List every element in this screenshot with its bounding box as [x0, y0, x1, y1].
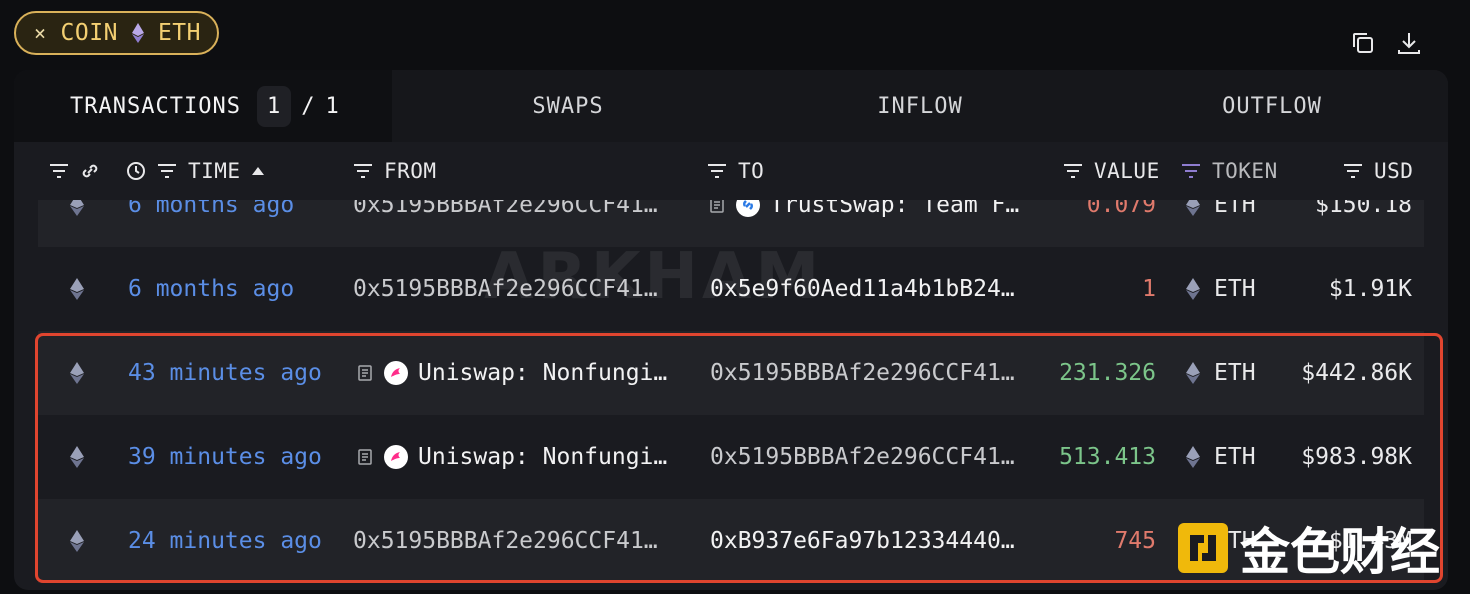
- entity-label: Uniswap: Nonfungi…: [418, 360, 668, 386]
- tab-label: INFLOW: [877, 93, 963, 119]
- ethereum-icon: [70, 362, 84, 384]
- uniswap-icon: [384, 361, 408, 385]
- sort-ascending-icon[interactable]: [251, 166, 265, 176]
- row-time[interactable]: 39 minutes ago: [128, 415, 322, 499]
- link-icon[interactable]: [80, 161, 100, 181]
- ethereum-icon: [1186, 446, 1200, 468]
- row-time[interactable]: 24 minutes ago: [128, 499, 322, 583]
- header-time[interactable]: TIME: [126, 142, 265, 200]
- table-row[interactable]: 39 minutes ago Uniswap: Nonfungi… 0x5195…: [38, 415, 1424, 499]
- jinse-logo-text: 金色财经: [1240, 523, 1440, 581]
- row-value: 0.079: [1086, 200, 1156, 218]
- row-time[interactable]: 6 months ago: [128, 247, 294, 331]
- header-to[interactable]: TO: [706, 142, 764, 200]
- header-label: TIME: [188, 159, 241, 183]
- contract-icon: [710, 200, 724, 213]
- tab-label: TRANSACTIONS: [70, 93, 241, 119]
- entity-label: Uniswap: Nonfungi…: [418, 444, 668, 470]
- coin-filter-chip[interactable]: × COIN ETH: [14, 11, 219, 55]
- row-token[interactable]: ETH: [1214, 331, 1256, 415]
- row-usd: $1.91K: [1328, 276, 1412, 302]
- row-to[interactable]: 0xB937e6Fa97b12334440…: [710, 499, 1015, 583]
- row-token[interactable]: ETH: [1214, 415, 1256, 499]
- filter-icon[interactable]: [706, 163, 728, 179]
- row-value: 1: [1142, 276, 1156, 302]
- row-from[interactable]: 0x5195BBBAf2e296CCF41…: [353, 499, 658, 583]
- header-label: TOKEN: [1212, 159, 1278, 183]
- table-row[interactable]: 43 minutes ago Uniswap: Nonfungi… 0x5195…: [38, 331, 1424, 415]
- filter-active-icon[interactable]: [1180, 163, 1202, 179]
- row-time[interactable]: 43 minutes ago: [128, 331, 322, 415]
- tab-outflow[interactable]: OUTFLOW: [1096, 70, 1448, 142]
- close-icon[interactable]: ×: [34, 21, 47, 45]
- page-separator: /: [301, 93, 316, 119]
- header-label: FROM: [384, 159, 437, 183]
- row-usd: $983.98K: [1301, 444, 1412, 470]
- filter-icon[interactable]: [48, 163, 70, 179]
- row-from[interactable]: Uniswap: Nonfungi…: [358, 331, 667, 415]
- row-token[interactable]: ETH: [1214, 247, 1256, 331]
- ethereum-icon: [70, 446, 84, 468]
- tab-transactions[interactable]: TRANSACTIONS 1 / 1: [14, 70, 392, 142]
- ethereum-icon: [70, 530, 84, 552]
- page-current[interactable]: 1: [256, 85, 292, 127]
- ethereum-icon: [70, 278, 84, 300]
- clock-icon: [127, 162, 145, 180]
- header-tools[interactable]: [48, 142, 100, 200]
- jinse-logo: 金色财经: [1176, 512, 1440, 584]
- page-total: 1: [325, 93, 340, 119]
- row-value: 745: [1114, 528, 1156, 554]
- contract-icon: [358, 365, 372, 381]
- row-time[interactable]: 6 months ago: [128, 200, 294, 247]
- header-from[interactable]: FROM: [352, 142, 437, 200]
- header-token[interactable]: TOKEN: [1180, 142, 1278, 200]
- ethereum-icon: [1186, 200, 1200, 216]
- tab-swaps[interactable]: SWAPS: [392, 70, 744, 142]
- tab-label: OUTFLOW: [1222, 93, 1322, 119]
- row-value: 231.326: [1059, 360, 1156, 386]
- header-usd[interactable]: USD: [1342, 142, 1413, 200]
- filter-icon[interactable]: [1342, 163, 1364, 179]
- copy-icon[interactable]: [1350, 30, 1376, 56]
- filter-icon[interactable]: [352, 163, 374, 179]
- contract-icon: [358, 449, 372, 465]
- entity-label: TrustSwap: Team F…: [770, 200, 1020, 218]
- row-usd: $442.86K: [1301, 360, 1412, 386]
- pager: 1 / 1: [256, 85, 340, 127]
- filter-icon[interactable]: [156, 163, 178, 179]
- ethereum-icon: [1186, 278, 1200, 300]
- table-header: TIME FROM TO VALUE TOKEN USD: [14, 142, 1448, 200]
- arkham-watermark: ARKHAM: [484, 240, 824, 314]
- ethereum-icon: [131, 23, 144, 43]
- tab-inflow[interactable]: INFLOW: [744, 70, 1096, 142]
- header-label: TO: [738, 159, 765, 183]
- ethereum-icon: [1186, 362, 1200, 384]
- header-value[interactable]: VALUE: [1062, 142, 1160, 200]
- download-icon[interactable]: [1396, 30, 1422, 56]
- filter-icon[interactable]: [1062, 163, 1084, 179]
- row-to[interactable]: 0x5195BBBAf2e296CCF41…: [710, 415, 1015, 499]
- filter-token: ETH: [157, 20, 201, 46]
- row-value: 513.413: [1059, 444, 1156, 470]
- uniswap-icon: [384, 445, 408, 469]
- tab-label: SWAPS: [532, 93, 604, 119]
- trustswap-icon: [736, 200, 760, 217]
- row-token[interactable]: ETH: [1214, 200, 1256, 247]
- filter-label: COIN: [60, 20, 118, 46]
- row-to[interactable]: 0x5195BBBAf2e296CCF41…: [710, 331, 1015, 415]
- jinse-logo-icon: [1178, 523, 1228, 573]
- header-label: USD: [1374, 159, 1414, 183]
- row-from[interactable]: Uniswap: Nonfungi…: [358, 415, 667, 499]
- row-usd: $150.18: [1315, 200, 1412, 218]
- ethereum-icon: [70, 200, 84, 216]
- header-label: VALUE: [1094, 159, 1160, 183]
